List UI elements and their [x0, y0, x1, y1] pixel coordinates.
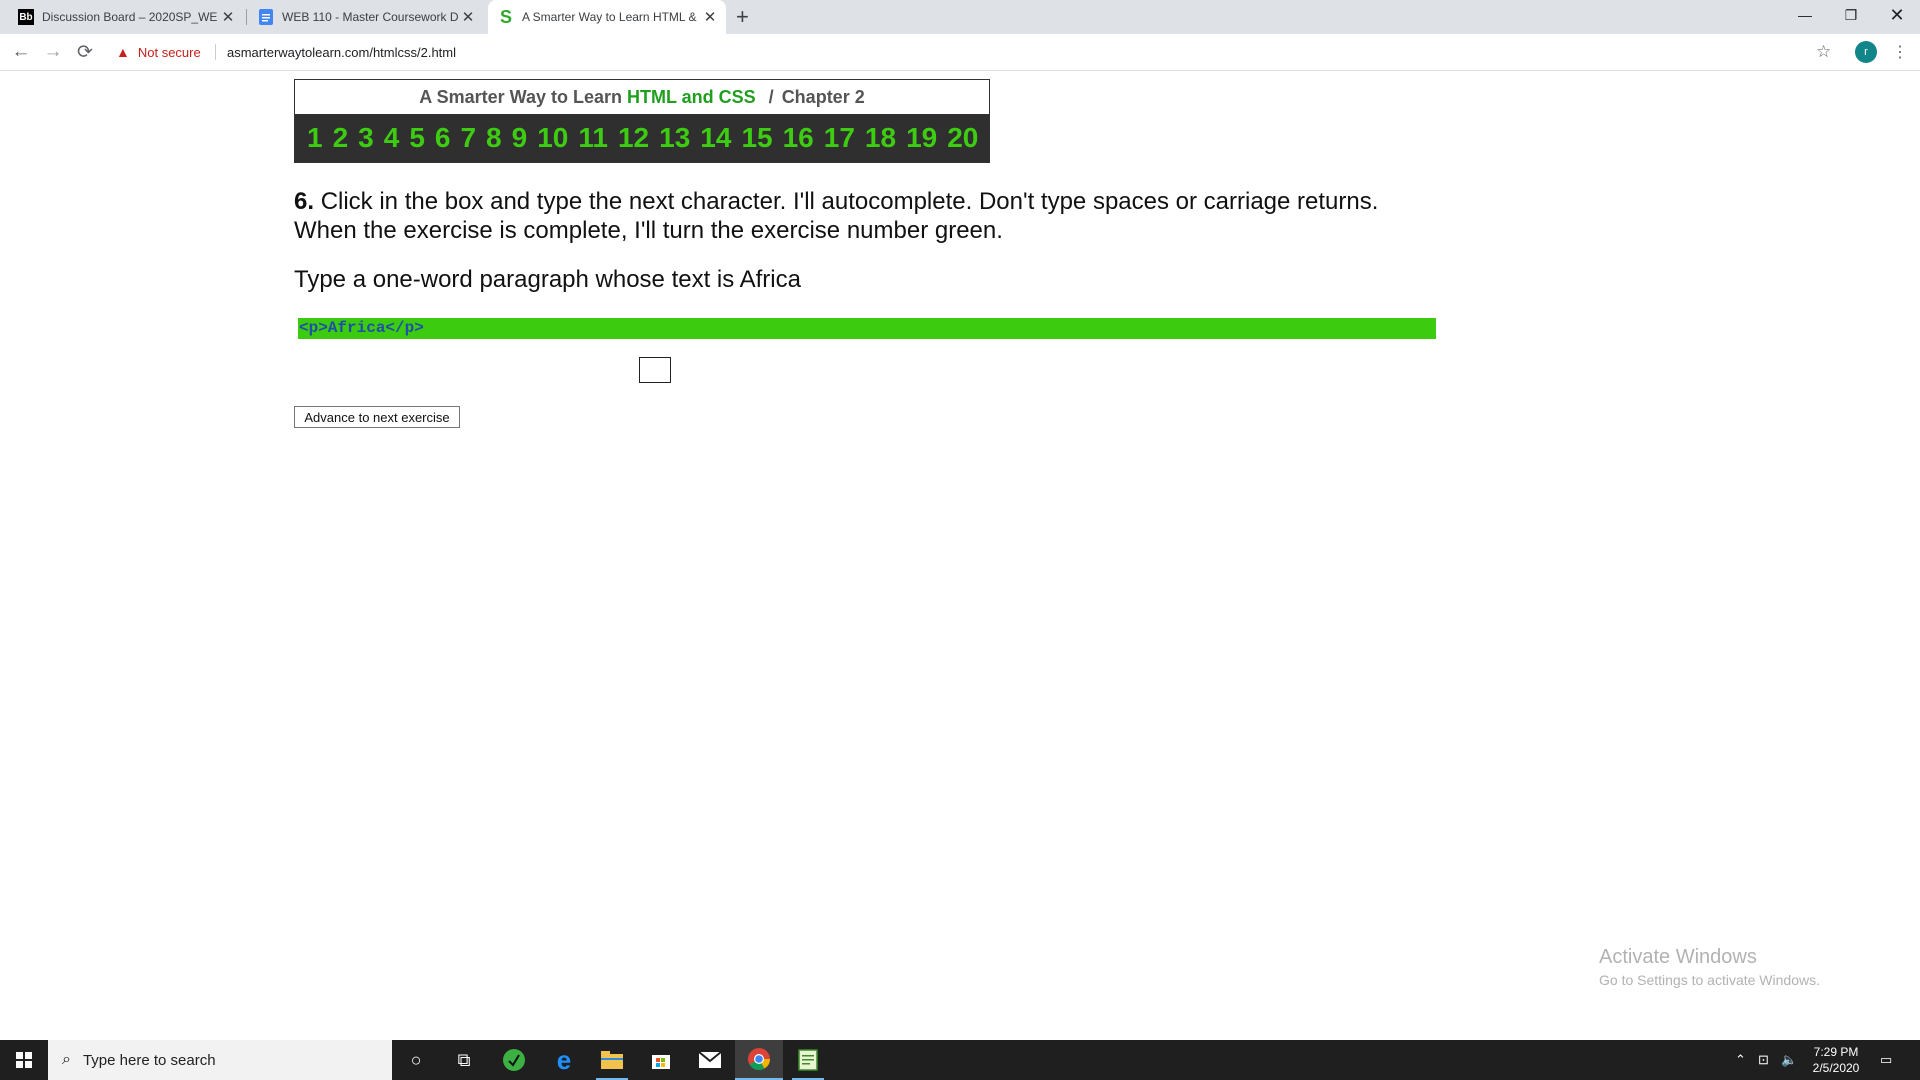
chevron-up-icon[interactable]: ⌃	[1735, 1052, 1746, 1068]
title-slash: /	[768, 86, 774, 107]
windows-taskbar: ⌕ Type here to search ○ ⧉ e ⌃ ⊡ 🔈 7:29 P…	[0, 1040, 1920, 1080]
exercise-link[interactable]: 17	[824, 122, 855, 154]
activate-windows-subtitle: Go to Settings to activate Windows.	[1599, 972, 1820, 988]
exercise-link[interactable]: 12	[618, 122, 649, 154]
exercise-link[interactable]: 10	[537, 122, 568, 154]
new-tab-button[interactable]: +	[736, 4, 749, 30]
warning-triangle-icon: ▲	[116, 44, 130, 60]
instruction-text: Click in the box and type the next chara…	[294, 188, 1379, 244]
exercise-link[interactable]: 7	[460, 122, 476, 154]
reload-icon[interactable]: ⟳	[72, 39, 98, 65]
taskbar-search-box[interactable]: ⌕ Type here to search	[48, 1040, 392, 1080]
exercise-link[interactable]: 1	[307, 122, 323, 154]
exercise-link[interactable]: 3	[358, 122, 374, 154]
kebab-menu-icon[interactable]: ⋮	[1892, 42, 1908, 62]
exercise-link[interactable]: 2	[333, 122, 349, 154]
minimize-icon[interactable]: —	[1782, 0, 1828, 30]
clock-date: 2/5/2020	[1812, 1061, 1860, 1075]
profile-avatar[interactable]: r	[1855, 41, 1877, 63]
forward-arrow-icon[interactable]: →	[40, 39, 66, 65]
exercise-link[interactable]: 15	[741, 122, 772, 154]
security-indicator[interactable]: ▲ Not secure	[116, 44, 201, 60]
exercise-link[interactable]: 9	[512, 122, 528, 154]
restore-icon[interactable]: ❐	[1828, 0, 1874, 30]
exercise-link[interactable]: 6	[435, 122, 451, 154]
store-icon[interactable]	[637, 1040, 685, 1080]
bookmark-star-icon[interactable]: ☆	[1816, 42, 1831, 62]
chapter-title: A Smarter Way to Learn HTML and CSS / Ch…	[295, 80, 989, 114]
exercise-link[interactable]: 14	[700, 122, 731, 154]
green-app-icon[interactable]	[490, 1040, 538, 1080]
notification-center-icon[interactable]: ▭	[1880, 1052, 1892, 1068]
file-explorer-icon[interactable]	[588, 1040, 636, 1080]
volume-icon[interactable]: 🔈	[1781, 1052, 1797, 1068]
tab-discussion-board[interactable]: Bb Discussion Board – 2020SP_WEB ✕	[8, 0, 244, 34]
google-docs-icon	[258, 9, 274, 25]
browser-toolbar: ← → ⟳ ▲ Not secure asmarterwaytolearn.co…	[0, 34, 1920, 71]
tab-title: A Smarter Way to Learn HTML &	[522, 10, 697, 24]
tab-smarter-way[interactable]: S A Smarter Way to Learn HTML & ✕	[488, 0, 726, 34]
activate-windows-title: Activate Windows	[1599, 946, 1757, 968]
notepad-app-icon[interactable]	[784, 1040, 832, 1080]
exercise-number-nav: 1 2 3 4 5 6 7 8 9 10 11 12 13 14 15 16 1…	[295, 114, 989, 162]
exercise-link[interactable]: 16	[783, 122, 814, 154]
search-placeholder: Type here to search	[82, 1051, 216, 1069]
tab-divider	[246, 9, 247, 25]
address-bar[interactable]: asmarterwaytolearn.com/htmlcss/2.html	[227, 45, 456, 60]
mail-icon[interactable]	[686, 1040, 734, 1080]
tab-web110-coursework[interactable]: WEB 110 - Master Coursework D ✕	[248, 0, 484, 34]
clock-time: 7:29 PM	[1813, 1045, 1859, 1059]
search-icon: ⌕	[62, 1051, 71, 1068]
advance-next-exercise-button[interactable]: Advance to next exercise	[294, 406, 460, 428]
cortana-icon[interactable]: ○	[392, 1040, 440, 1080]
windows-start-icon[interactable]	[0, 1040, 48, 1080]
tab-title: Discussion Board – 2020SP_WEB	[42, 10, 218, 24]
book-title-prefix: A Smarter Way to Learn	[419, 86, 622, 107]
omnibox-divider	[215, 44, 216, 60]
exercise-number: 6.	[294, 188, 315, 215]
system-clock[interactable]: 7:29 PM 2/5/2020	[1804, 1044, 1868, 1076]
exercise-instructions: 6. Click in the box and type the next ch…	[294, 187, 1434, 245]
book-title-highlight[interactable]: HTML and CSS	[627, 87, 756, 108]
exercise-link[interactable]: 13	[659, 122, 690, 154]
task-view-icon[interactable]: ⧉	[440, 1040, 488, 1080]
exercise-link[interactable]: 4	[384, 122, 400, 154]
close-tab-icon[interactable]: ✕	[218, 8, 238, 26]
exercise-prompt: Type a one-word paragraph whose text is …	[294, 266, 801, 293]
exercise-link[interactable]: 20	[947, 122, 978, 154]
network-icon[interactable]: ⊡	[1758, 1052, 1769, 1068]
smarter-way-s-icon: S	[499, 6, 512, 27]
back-arrow-icon[interactable]: ←	[8, 39, 34, 65]
close-tab-icon[interactable]: ✕	[458, 8, 478, 26]
exercise-link[interactable]: 18	[865, 122, 896, 154]
chrome-icon[interactable]	[735, 1040, 783, 1080]
exercise-link[interactable]: 19	[906, 122, 937, 154]
blackboard-icon: Bb	[18, 9, 34, 25]
tab-title: WEB 110 - Master Coursework D	[282, 10, 458, 24]
chapter-label: Chapter 2	[781, 86, 865, 107]
exercise-link[interactable]: 11	[578, 122, 608, 154]
browser-tab-strip: Bb Discussion Board – 2020SP_WEB ✕ WEB 1…	[0, 0, 1920, 34]
exercise-link[interactable]: 5	[409, 122, 425, 154]
close-window-icon[interactable]: ✕	[1874, 0, 1920, 30]
close-tab-icon[interactable]: ✕	[700, 8, 720, 26]
edge-browser-icon[interactable]: e	[540, 1040, 588, 1080]
character-input-box[interactable]	[639, 357, 671, 383]
completed-answer-bar: <p>Africa</p>	[298, 318, 1436, 339]
exercise-link[interactable]: 8	[486, 122, 502, 154]
chapter-header-box: A Smarter Way to Learn HTML and CSS / Ch…	[294, 79, 990, 163]
answer-code: <p>Africa</p>	[299, 319, 424, 337]
not-secure-label: Not secure	[137, 44, 201, 60]
